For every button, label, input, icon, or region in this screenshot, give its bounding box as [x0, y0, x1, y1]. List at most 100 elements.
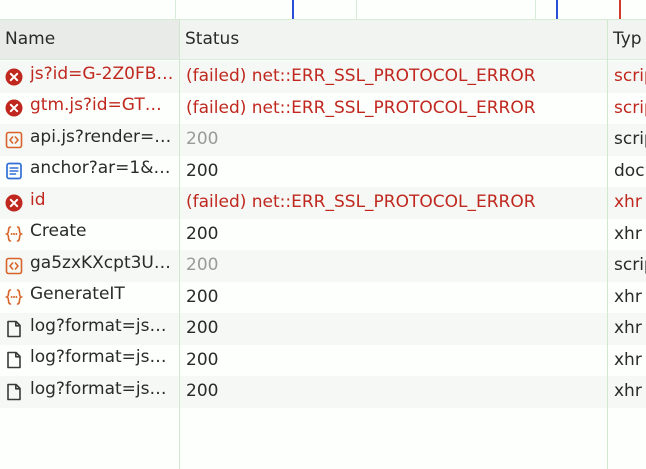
request-name: id [30, 189, 46, 210]
error-icon [5, 97, 23, 117]
request-status: (failed) net::ERR_SSL_PROTOCOL_ERROR [186, 97, 536, 118]
request-type-cell[interactable]: xhr [608, 345, 646, 377]
request-status-cell[interactable]: 200 [180, 345, 607, 377]
request-row[interactable]: api.js?render=… 200 scrip [0, 124, 646, 156]
request-status-cell[interactable]: (failed) net::ERR_SSL_PROTOCOL_ERROR [180, 187, 607, 219]
request-type: xhr [614, 192, 642, 212]
request-name-cell[interactable]: log?format=js… [0, 345, 179, 377]
request-type: scrip [614, 255, 646, 275]
column-header-type[interactable]: Typ [608, 20, 646, 59]
request-status: 200 [186, 349, 219, 370]
overview-gridline [356, 0, 357, 19]
overview-gridline [535, 0, 536, 19]
request-status: (failed) net::ERR_SSL_PROTOCOL_ERROR [186, 66, 536, 86]
column-header-status[interactable]: Status [180, 20, 607, 59]
request-row[interactable]: log?format=js… 200 xhr [0, 376, 646, 408]
request-status-cell[interactable]: 200 [180, 219, 607, 251]
request-name: gtm.js?id=GT… [30, 95, 162, 116]
request-type-cell[interactable]: xhr [608, 376, 646, 408]
script-icon [5, 129, 23, 148]
request-status-cell[interactable]: 200 [180, 156, 607, 188]
request-status-cell[interactable]: (failed) net::ERR_SSL_PROTOCOL_ERROR [180, 61, 607, 93]
overview-gridline [175, 0, 176, 19]
request-table-header: Name Status Typ [0, 20, 646, 60]
request-status: 200 [186, 129, 219, 149]
request-name: api.js?render=… [30, 126, 172, 147]
request-name-cell[interactable]: log?format=js… [0, 313, 179, 345]
request-type-cell[interactable]: scrip [608, 250, 646, 282]
request-status-cell[interactable]: (failed) net::ERR_SSL_PROTOCOL_ERROR [180, 93, 607, 125]
request-status: 200 [186, 160, 219, 181]
request-type: xhr [614, 349, 642, 370]
request-name: Create [30, 221, 87, 242]
request-status-cell[interactable]: 200 [180, 124, 607, 156]
request-row[interactable]: gtm.js?id=GT… (failed) net::ERR_SSL_PROTO… [0, 92, 646, 125]
request-type: scrip [614, 129, 646, 149]
request-type: xhr [614, 318, 642, 338]
request-row[interactable]: GenerateIT 200 xhr [0, 281, 646, 314]
fetch-icon [4, 223, 24, 242]
request-name-cell[interactable]: Create [0, 219, 179, 251]
request-name-cell[interactable]: id [0, 187, 179, 219]
error-icon [5, 66, 23, 85]
request-status: 200 [186, 381, 219, 401]
request-type: xhr [614, 381, 642, 401]
request-status-cell[interactable]: 200 [180, 282, 607, 314]
column-divider[interactable] [607, 20, 608, 469]
file-icon [5, 381, 23, 400]
request-name-cell[interactable]: GenerateIT [0, 282, 179, 314]
request-name-cell[interactable]: log?format=js… [0, 376, 179, 408]
error-icon [5, 192, 23, 211]
load-event-marker [619, 0, 621, 19]
request-type: scrip [614, 66, 646, 86]
request-name: log?format=js… [30, 315, 167, 336]
request-type: scrip [614, 97, 646, 118]
request-name-cell[interactable]: js?id=G-2Z0FB… [0, 61, 179, 93]
request-type-cell[interactable]: scrip [608, 124, 646, 156]
request-status: 200 [186, 255, 219, 275]
network-panel: Name Status Typ js?id=G-2Z0FB… (failed) n… [0, 0, 646, 469]
request-status-cell[interactable]: 200 [180, 250, 607, 282]
request-status: 200 [186, 286, 219, 307]
request-row[interactable]: ga5zxKXcpt3U… 200 scrip [0, 250, 646, 282]
request-name: anchor?ar=1&… [30, 158, 171, 179]
request-table-body: js?id=G-2Z0FB…(failed) net::ERR_SSL_PROT… [0, 61, 646, 408]
request-row[interactable]: Create 200 xhr [0, 218, 646, 251]
dom-content-loaded-marker [556, 0, 558, 19]
request-type-cell[interactable]: xhr [608, 219, 646, 251]
request-type-cell[interactable]: xhr [608, 313, 646, 345]
waterfall-overview[interactable] [0, 0, 646, 20]
request-type: xhr [614, 286, 642, 307]
request-row[interactable]: log?format=js… 200 xhr [0, 313, 646, 345]
request-type: doc [614, 160, 645, 181]
file-icon [5, 349, 23, 369]
request-type: xhr [614, 223, 642, 244]
request-type-cell[interactable]: scrip [608, 61, 646, 93]
fetch-icon [4, 286, 24, 305]
request-status-cell[interactable]: 200 [180, 313, 607, 345]
request-row[interactable]: js?id=G-2Z0FB… (failed) net::ERR_SSL_PROT… [0, 61, 646, 93]
request-type-cell[interactable]: doc [608, 156, 646, 188]
request-status: (failed) net::ERR_SSL_PROTOCOL_ERROR [186, 192, 536, 212]
file-icon [5, 318, 23, 337]
script-icon [5, 255, 23, 274]
request-status: 200 [186, 318, 219, 338]
document-icon [5, 160, 23, 180]
dom-content-loaded-marker [292, 0, 294, 19]
request-row[interactable]: anchor?ar=1&… 200 doc [0, 155, 646, 188]
request-name: js?id=G-2Z0FB… [30, 63, 174, 84]
request-name: ga5zxKXcpt3U… [30, 252, 171, 273]
request-name-cell[interactable]: gtm.js?id=GT… [0, 93, 179, 125]
request-name-cell[interactable]: ga5zxKXcpt3U… [0, 250, 179, 282]
request-row[interactable]: id (failed) net::ERR_SSL_PROTOCOL_ERROR xh… [0, 187, 646, 219]
column-divider[interactable] [179, 20, 180, 469]
request-row[interactable]: log?format=js… 200 xhr [0, 344, 646, 377]
column-header-name[interactable]: Name [0, 20, 179, 59]
request-type-cell[interactable]: xhr [608, 187, 646, 219]
request-type-cell[interactable]: scrip [608, 93, 646, 125]
request-name-cell[interactable]: api.js?render=… [0, 124, 179, 156]
request-name: log?format=js… [30, 347, 167, 368]
request-name-cell[interactable]: anchor?ar=1&… [0, 156, 179, 188]
request-type-cell[interactable]: xhr [608, 282, 646, 314]
request-status-cell[interactable]: 200 [180, 376, 607, 408]
